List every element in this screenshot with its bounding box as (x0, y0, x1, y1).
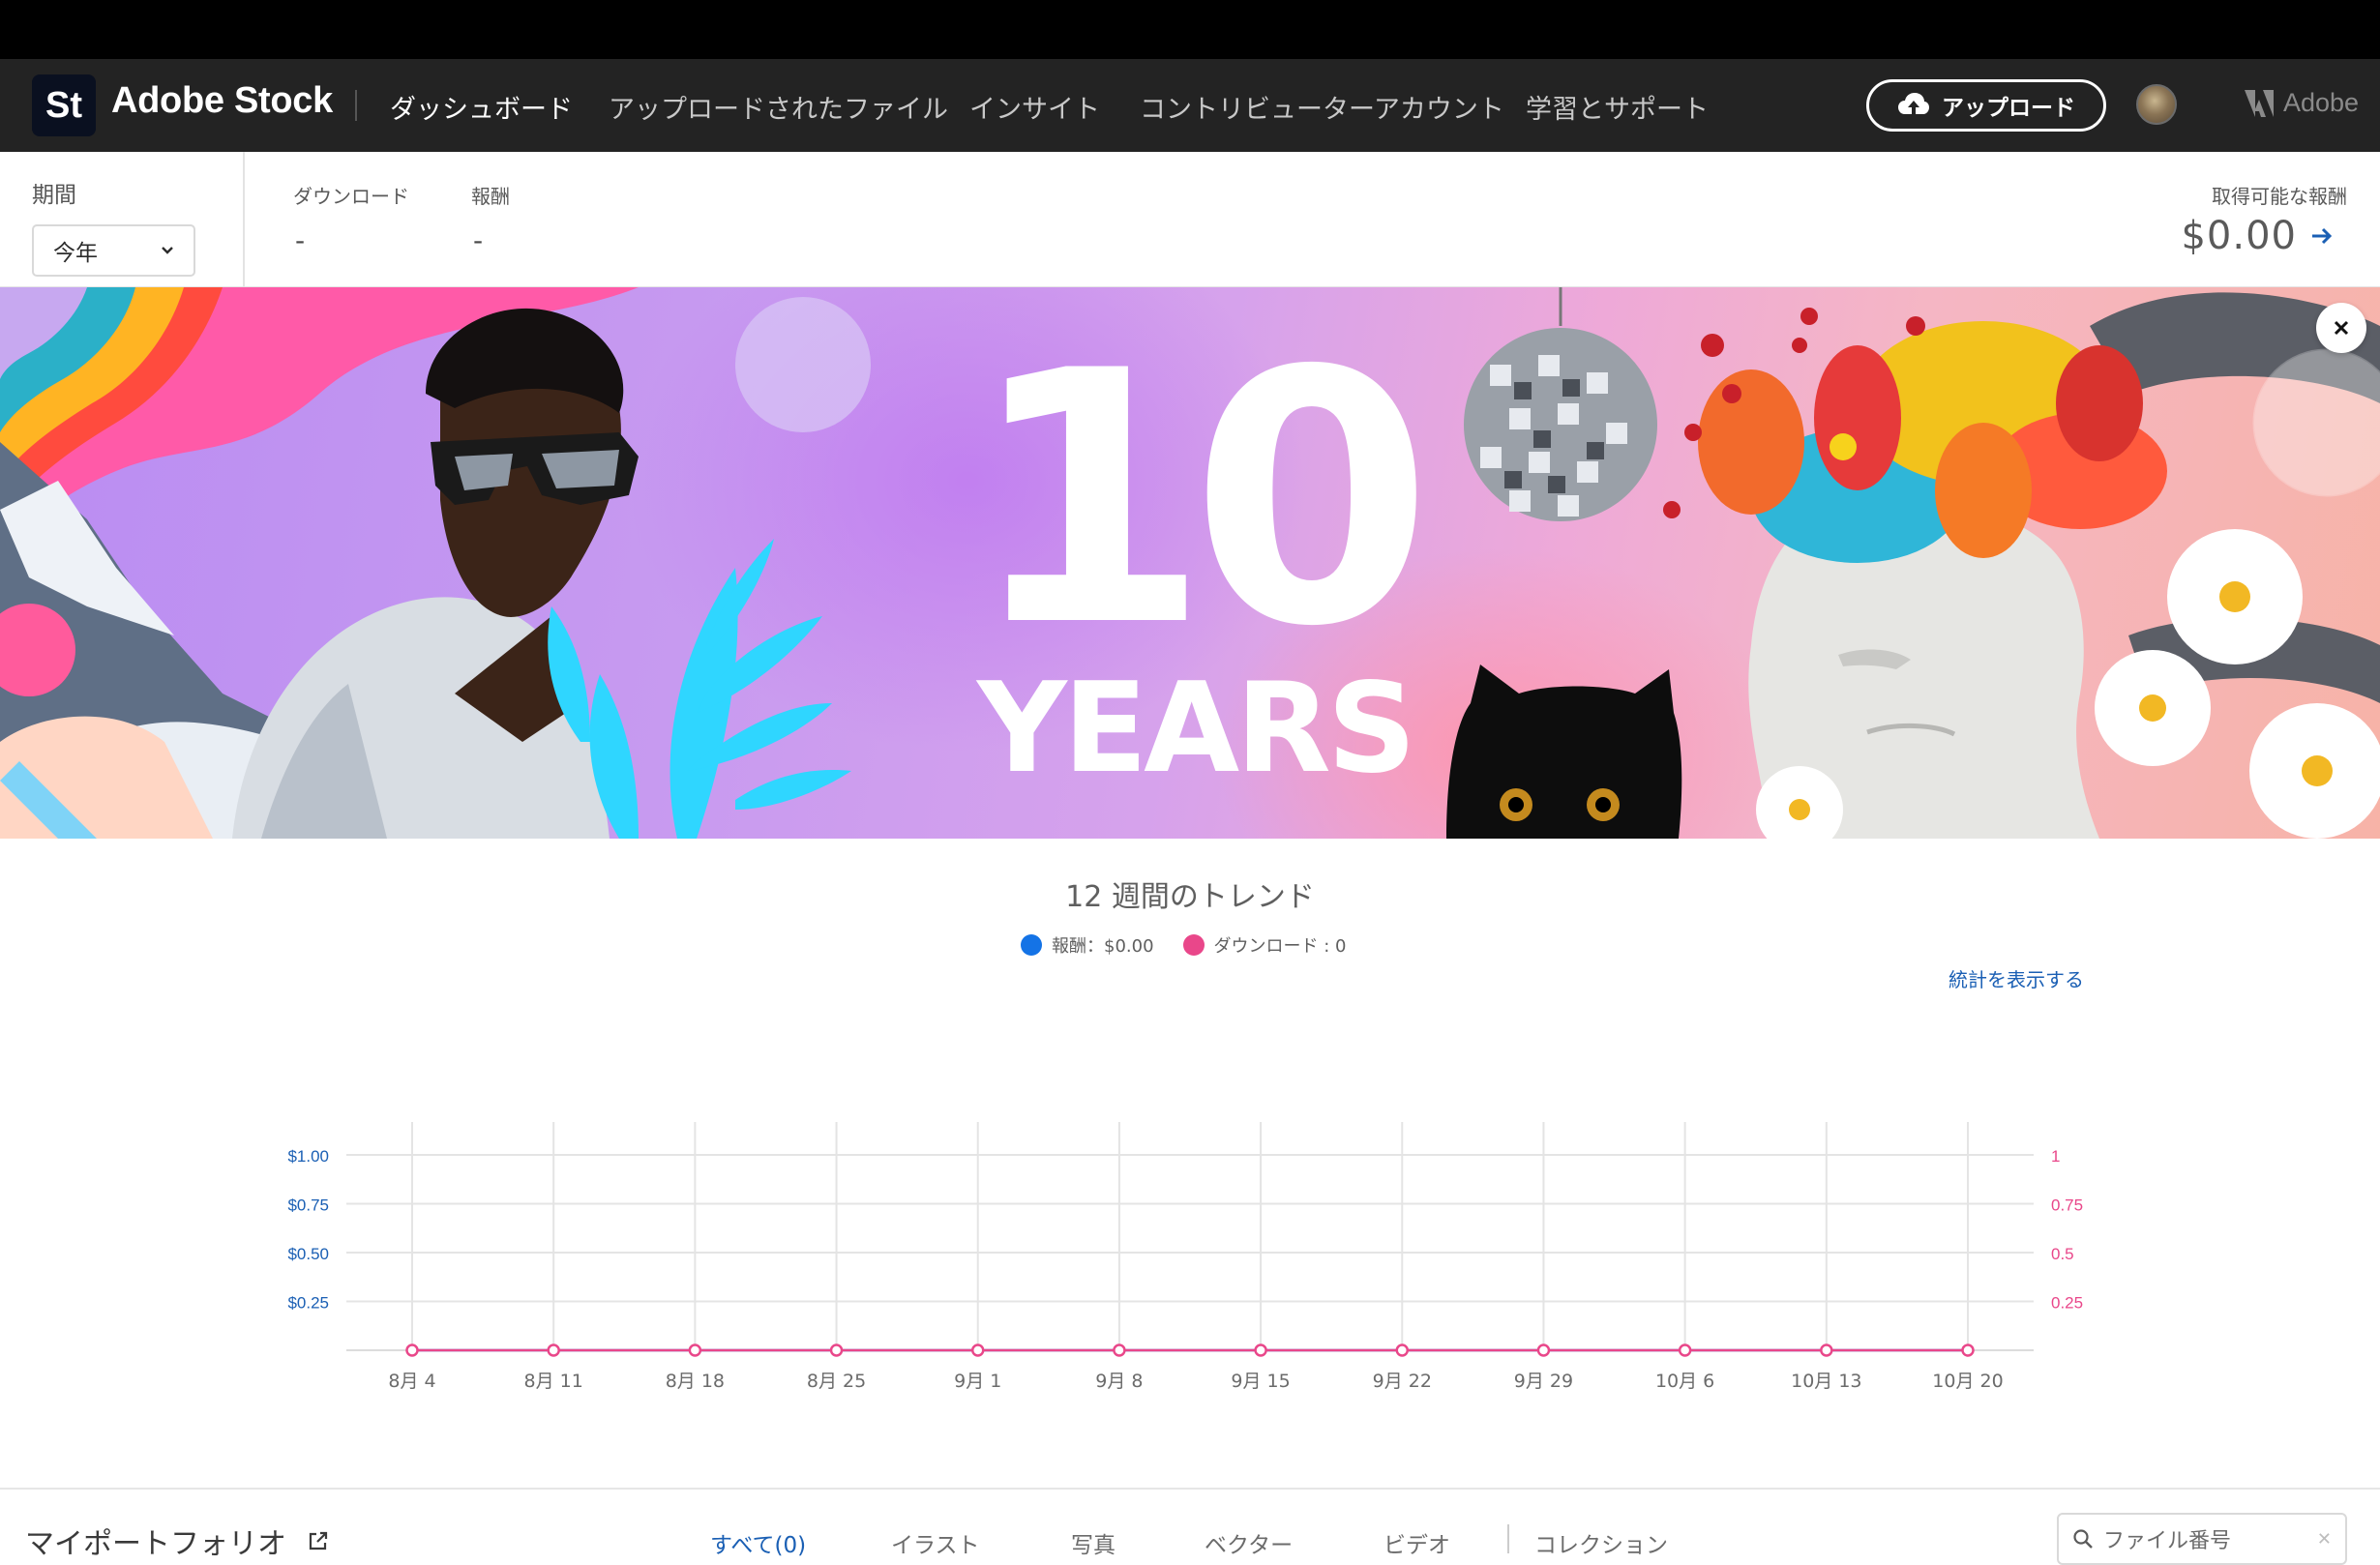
banner-number: 10 (967, 297, 1433, 702)
chart-data-point (405, 1344, 419, 1357)
tab-videos[interactable]: ビデオ (1383, 1526, 1450, 1559)
earnings-label: 報酬 (471, 185, 510, 208)
chart-right-tick-label: 0.75 (2051, 1196, 2083, 1215)
downloads-label: ダウンロード (293, 185, 409, 208)
anniversary-banner[interactable]: 10 YEARS (0, 287, 2380, 839)
chart-data-point (1820, 1344, 1833, 1357)
nav-insights[interactable]: インサイト (969, 88, 1100, 126)
adobe-logo-icon (2245, 89, 2274, 117)
chart-left-tick-label: $0.75 (287, 1196, 329, 1215)
chart-x-tick-label: 8月 11 (524, 1371, 583, 1392)
tab-illustrations[interactable]: イラスト (891, 1526, 980, 1559)
brand-divider (355, 90, 357, 121)
upload-button[interactable]: アップロード (1866, 79, 2106, 132)
tab-vectors[interactable]: ベクター (1205, 1526, 1293, 1559)
portfolio-divider (0, 1488, 2380, 1490)
period-label: 期間 (32, 183, 76, 208)
chart-x-tick-label: 10月 13 (1791, 1371, 1861, 1392)
chart-data-point (1254, 1344, 1267, 1357)
period-value: 今年 (53, 241, 98, 266)
clear-icon[interactable]: ✕ (2317, 1529, 2332, 1550)
chart-left-tick-label: $1.00 (287, 1147, 329, 1166)
available-earnings-label: 取得可能な報酬 (2212, 185, 2347, 208)
chart-legend: 報酬：$0.00 ダウンロード : 0 (1021, 932, 1347, 958)
arrow-right-icon (2312, 227, 2333, 245)
chart-data-point (1395, 1344, 1410, 1357)
chart-x-tick-label: 9月 8 (1095, 1371, 1143, 1392)
banner-word: YEARS (977, 657, 1416, 801)
nav-dashboard[interactable]: ダッシュボード (390, 88, 573, 126)
chart-data-point (547, 1344, 560, 1357)
search-placeholder: ファイル番号 (2103, 1529, 2232, 1553)
portfolio-title[interactable]: マイポートフォリオ (25, 1520, 329, 1562)
upload-label: アップロード (1942, 96, 2075, 121)
chart-x-tick-label: 10月 20 (1932, 1371, 2003, 1392)
view-stats-link[interactable]: 統計を表示する (1949, 964, 2084, 992)
tab-collections[interactable]: コレクション (1534, 1526, 1668, 1559)
chart-data-point (1536, 1344, 1551, 1357)
banner-close-button[interactable] (2316, 303, 2366, 353)
legend-earnings[interactable]: 報酬：$0.00 (1021, 932, 1154, 958)
nav-learn-support[interactable]: 学習とサポート (1526, 88, 1709, 126)
chart-x-tick-label: 9月 1 (954, 1371, 1001, 1392)
legend-earnings-label: 報酬：$0.00 (1052, 936, 1154, 957)
chart-data-point (829, 1344, 844, 1357)
legend-downloads[interactable]: ダウンロード : 0 (1182, 932, 1347, 958)
chart-x-tick-label: 9月 29 (1514, 1371, 1573, 1392)
period-block: 期間 今年 (0, 152, 245, 287)
close-icon (2334, 320, 2349, 336)
period-dropdown[interactable]: 今年 (32, 224, 195, 277)
downloads-dot-icon (1182, 934, 1205, 956)
available-earnings-link[interactable]: $0.00 (2181, 214, 2334, 258)
brand-name[interactable]: Adobe Stock (111, 80, 333, 122)
chart-data-point (970, 1344, 985, 1357)
adobe-label: Adobe (2283, 88, 2360, 117)
adobe-link[interactable]: Adobe (2245, 88, 2359, 118)
chart-data-point (1678, 1344, 1692, 1357)
earnings-value: - (473, 224, 484, 256)
external-link-icon (309, 1531, 328, 1550)
chart-right-tick-label: 0.5 (2051, 1245, 2074, 1263)
chart-left-tick-label: $0.25 (287, 1294, 329, 1313)
downloads-value: - (295, 224, 306, 256)
search-icon (2073, 1529, 2093, 1549)
stock-logo-icon[interactable]: St (32, 74, 96, 136)
available-earnings-value: $0.00 (2181, 214, 2297, 258)
stats-bar: 期間 今年 ダウンロード - 報酬 - 取得可能な報酬 $0.00 (0, 152, 2380, 287)
chart-x-tick-label: 8月 4 (388, 1371, 435, 1392)
trend-title: 12 週間のトレンド (1065, 880, 1315, 914)
tab-divider (1507, 1524, 1509, 1553)
earnings-dot-icon (1021, 934, 1042, 956)
chart-data-point (1961, 1344, 1975, 1357)
chart-left-tick-label: $0.50 (287, 1245, 329, 1263)
nav-uploaded-files[interactable]: アップロードされたファイル (609, 88, 948, 126)
app-header: St Adobe Stock ダッシュボード アップロードされたファイル インサ… (0, 59, 2380, 152)
chart-x-tick-label: 9月 22 (1373, 1371, 1432, 1392)
cloud-upload-icon (1898, 93, 1929, 116)
top-black-bar (0, 0, 2380, 59)
chart-data-point (1113, 1344, 1126, 1357)
chevron-down-icon (162, 247, 173, 254)
tab-photos[interactable]: 写真 (1071, 1526, 1116, 1559)
nav-contributor-account[interactable]: コントリビューターアカウント (1140, 88, 1504, 126)
chart-x-tick-label: 8月 25 (807, 1371, 866, 1392)
chart-data-point (688, 1344, 702, 1357)
chart-right-tick-label: 1 (2051, 1147, 2060, 1166)
tab-all[interactable]: すべて(0) (710, 1526, 806, 1559)
file-number-search[interactable]: ファイル番号 ✕ (2057, 1513, 2347, 1565)
portfolio-title-text: マイポートフォリオ (25, 1527, 286, 1561)
chart-right-tick-label: 0.25 (2051, 1294, 2083, 1313)
chart-x-tick-label: 8月 18 (666, 1371, 725, 1392)
chart-x-tick-label: 10月 6 (1655, 1371, 1714, 1392)
user-avatar[interactable] (2136, 84, 2177, 125)
legend-downloads-label: ダウンロード : 0 (1213, 936, 1347, 957)
chart-x-tick-label: 9月 15 (1231, 1371, 1290, 1392)
